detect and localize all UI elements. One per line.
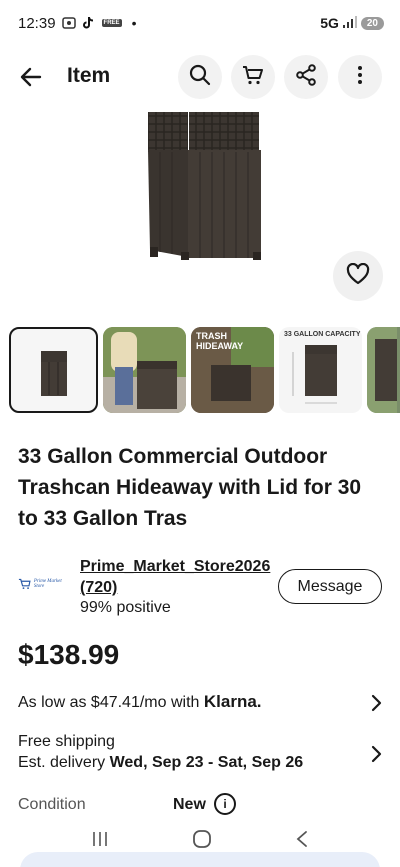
share-button[interactable] — [284, 55, 328, 99]
delivery-label: Est. delivery — [18, 754, 110, 771]
page-title: Item — [67, 64, 111, 87]
bottom-action-sheet[interactable] — [20, 852, 380, 867]
heart-icon — [346, 262, 370, 290]
seller-name[interactable]: Prime_Market_Store2026 — [80, 558, 270, 575]
thumbnail-4[interactable]: 33 GALLON CAPACITY — [279, 327, 362, 413]
condition-label: Condition — [18, 796, 86, 813]
thumbnail-3-caption: TRASH HIDEAWAY — [196, 331, 244, 351]
chevron-right-icon — [370, 745, 382, 763]
seller-name-link[interactable]: Prime_Market_Store2026 (720) — [80, 556, 275, 598]
notification-dot-icon: • — [131, 15, 137, 31]
financing-text: As low as $47.41/mo with — [18, 694, 204, 711]
more-options-button[interactable] — [338, 55, 382, 99]
message-seller-button[interactable]: Message — [278, 569, 382, 604]
thumbnail-4-caption: 33 GALLON CAPACITY — [284, 331, 361, 338]
recent-apps-icon[interactable] — [91, 830, 109, 853]
battery-icon: 20 — [360, 16, 384, 30]
shipping-cost: Free shipping — [18, 733, 115, 750]
klarna-logo: Klarna. — [203, 692, 262, 711]
cart-button[interactable] — [231, 55, 275, 99]
share-icon — [295, 63, 317, 91]
thumbnail-2[interactable] — [103, 327, 186, 413]
thumbnail-3[interactable]: TRASH HIDEAWAY — [191, 327, 274, 413]
home-icon[interactable] — [192, 829, 212, 854]
thumbnail-1[interactable] — [9, 327, 98, 413]
tiktok-icon — [82, 16, 96, 30]
signal-icon — [342, 15, 357, 31]
seller-cart-icon — [18, 578, 31, 590]
condition-row: Condition New i — [18, 793, 382, 818]
price: $138.99 — [18, 639, 120, 670]
seller-positive-rating: 99% positive — [80, 599, 171, 616]
cart-icon — [242, 64, 264, 91]
watchlist-button[interactable] — [333, 251, 383, 301]
delivery-dates: Wed, Sep 23 - Sat, Sep 26 — [109, 754, 304, 771]
status-time: 12:39 — [18, 14, 56, 32]
screenshot-icon — [61, 16, 76, 30]
info-icon[interactable]: i — [214, 793, 236, 815]
back-nav-icon[interactable] — [295, 830, 309, 853]
more-vertical-icon — [357, 65, 363, 90]
condition-value: New — [173, 796, 206, 813]
seller-feedback-count: (720) — [80, 579, 118, 596]
back-arrow-icon[interactable] — [18, 64, 44, 90]
thumbnail-5[interactable] — [367, 327, 400, 413]
free-badge-icon: FREE — [101, 19, 122, 27]
chevron-right-icon — [370, 694, 382, 712]
status-bar: 12:39 FREE • 5G 20 — [0, 0, 400, 46]
seller-logo-text: Prime Market Store — [33, 579, 62, 589]
product-title: 33 Gallon Commercial Outdoor Trashcan Hi… — [18, 445, 362, 530]
search-button[interactable] — [178, 55, 222, 99]
search-icon — [189, 64, 211, 91]
shipping-row[interactable]: Free shipping Est. delivery Wed, Sep 23 … — [18, 733, 382, 777]
thumbnail-strip: TRASH HIDEAWAY 33 GALLON CAPACITY — [9, 327, 400, 415]
seller-logo[interactable]: Prime Market Store — [18, 573, 70, 595]
network-label: 5G — [320, 15, 339, 31]
top-app-bar: Item — [0, 52, 400, 102]
financing-row[interactable]: As low as $47.41/mo with Klarna. — [18, 692, 382, 714]
